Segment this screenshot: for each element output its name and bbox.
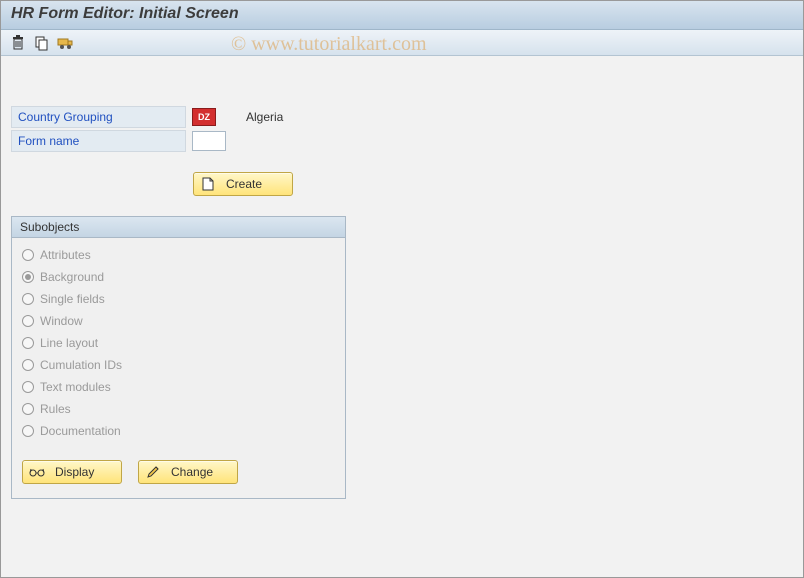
subobjects-groupbox: Subobjects Attributes Background Single fi… — [11, 216, 346, 499]
subobject-option-label: Window — [40, 314, 83, 328]
form-name-input[interactable] — [192, 131, 226, 151]
pencil-icon — [145, 465, 161, 479]
subobject-option[interactable]: Attributes — [22, 244, 335, 266]
subobject-option-label: Rules — [40, 402, 71, 416]
radio-icon — [22, 293, 34, 305]
delete-icon[interactable] — [9, 34, 27, 52]
subobject-option[interactable]: Cumulation IDs — [22, 354, 335, 376]
create-button[interactable]: Create — [193, 172, 293, 196]
subobject-option-label: Line layout — [40, 336, 98, 350]
radio-icon — [22, 337, 34, 349]
subobjects-actions: Display Change — [12, 446, 345, 498]
content-area: Country Grouping DZ Algeria Form name Cr… — [1, 56, 803, 509]
create-button-label: Create — [226, 177, 262, 191]
subobject-option-label: Attributes — [40, 248, 91, 262]
subobject-option[interactable]: Single fields — [22, 288, 335, 310]
form-name-label: Form name — [11, 130, 186, 152]
subobject-option[interactable]: Background — [22, 266, 335, 288]
change-button[interactable]: Change — [138, 460, 238, 484]
radio-icon — [22, 249, 34, 261]
transport-icon[interactable] — [57, 34, 75, 52]
radio-icon — [22, 403, 34, 415]
subobject-option[interactable]: Documentation — [22, 420, 335, 442]
radio-icon — [22, 315, 34, 327]
country-grouping-value[interactable]: DZ — [192, 108, 216, 126]
glasses-icon — [29, 467, 45, 477]
toolbar — [1, 30, 803, 56]
subobject-option[interactable]: Text modules — [22, 376, 335, 398]
form-name-row: Form name — [11, 130, 793, 152]
country-grouping-desc: Algeria — [246, 110, 283, 124]
subobject-option-label: Cumulation IDs — [40, 358, 122, 372]
subobject-option[interactable]: Rules — [22, 398, 335, 420]
radio-icon — [22, 271, 34, 283]
country-grouping-label: Country Grouping — [11, 106, 186, 128]
copy-icon[interactable] — [33, 34, 51, 52]
subobject-option[interactable]: Window — [22, 310, 335, 332]
subobject-option-label: Background — [40, 270, 104, 284]
page-title: HR Form Editor: Initial Screen — [1, 1, 803, 30]
subobject-option[interactable]: Line layout — [22, 332, 335, 354]
subobjects-title: Subobjects — [12, 217, 345, 238]
radio-icon — [22, 425, 34, 437]
display-button-label: Display — [55, 465, 94, 479]
country-grouping-row: Country Grouping DZ Algeria — [11, 106, 793, 128]
new-document-icon — [200, 177, 216, 191]
subobjects-body: Attributes Background Single fields Window L… — [12, 238, 345, 446]
radio-icon — [22, 381, 34, 393]
subobject-option-label: Single fields — [40, 292, 105, 306]
create-row: Create — [193, 172, 793, 196]
radio-icon — [22, 359, 34, 371]
subobject-option-label: Documentation — [40, 424, 121, 438]
subobject-option-label: Text modules — [40, 380, 111, 394]
change-button-label: Change — [171, 465, 213, 479]
display-button[interactable]: Display — [22, 460, 122, 484]
